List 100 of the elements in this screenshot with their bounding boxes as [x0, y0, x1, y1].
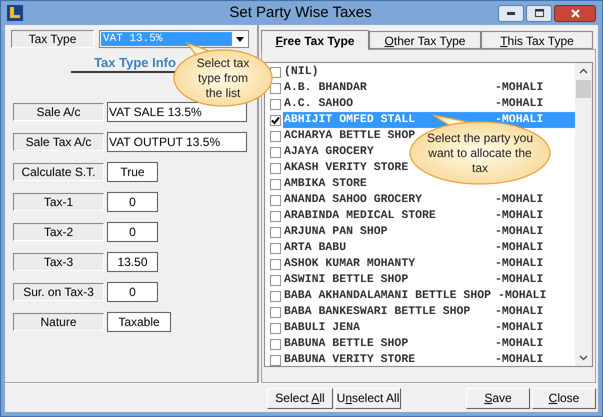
- party-item[interactable]: ARTA BABU -MOHALI: [283, 240, 544, 256]
- party-city: -MOHALI: [495, 256, 544, 272]
- party-item[interactable]: BABUNA VERITY STORE -MOHALI: [283, 352, 544, 368]
- party-city: -MOHALI: [495, 352, 544, 368]
- action-button[interactable]: Unselect All: [335, 388, 401, 408]
- party-item[interactable]: AKASH VERITY STORE: [283, 160, 408, 176]
- close-icon: [570, 8, 580, 18]
- field-label: Tax-3: [13, 253, 104, 271]
- party-name: ANANDA SAHOO GROCERY: [283, 192, 424, 208]
- party-name: BABUNA VERITY STORE: [283, 352, 416, 368]
- party-item[interactable]: A.C. SAHOO -MOHALI: [283, 96, 544, 112]
- field-value: True: [107, 162, 158, 182]
- checkbox[interactable]: [270, 258, 281, 270]
- minimize-button[interactable]: [498, 4, 524, 22]
- checkbox[interactable]: [270, 242, 281, 254]
- party-item[interactable]: (NIL): [283, 64, 319, 80]
- window-title: Set Party Wise Taxes: [229, 4, 372, 21]
- party-city: -MOHALI: [495, 240, 544, 256]
- minimize-icon: [507, 12, 515, 14]
- checkbox[interactable]: [270, 306, 281, 318]
- party-name: BABA BANKESWARI BETTLE SHOP: [283, 304, 472, 320]
- checkbox[interactable]: [270, 114, 281, 126]
- field-label: Tax-1: [13, 193, 104, 211]
- party-item[interactable]: BABA BANKESWARI BETTLE SHOP -MOHALI: [283, 304, 544, 320]
- field-label: Tax Type: [11, 30, 94, 48]
- checkbox[interactable]: [270, 130, 281, 142]
- party-name: A.B. BHANDAR: [283, 80, 368, 96]
- field-label: Nature: [13, 313, 104, 331]
- checkbox[interactable]: [270, 82, 281, 94]
- party-item[interactable]: A.B. BHANDAR -MOHALI: [283, 80, 544, 96]
- checkbox[interactable]: [270, 146, 281, 158]
- field-label: Tax-2: [13, 223, 104, 241]
- party-item[interactable]: ARABINDA MEDICAL STORE -MOHALI: [283, 208, 544, 224]
- checkbox[interactable]: [270, 162, 281, 174]
- checkbox[interactable]: [270, 354, 281, 366]
- action-button[interactable]: Save: [466, 388, 530, 408]
- field-label: Sale A/c: [13, 103, 104, 121]
- checkbox[interactable]: [270, 178, 281, 190]
- party-city: -MOHALI: [495, 272, 544, 288]
- tab[interactable]: Other Tax Type: [369, 31, 481, 49]
- checkbox[interactable]: [270, 226, 281, 238]
- party-city: -MOHALI: [495, 304, 544, 320]
- maximize-icon: [534, 9, 544, 17]
- party-name: ARTA BABU: [283, 240, 348, 256]
- action-button[interactable]: Select All: [267, 388, 333, 408]
- party-item[interactable]: ARJUNA PAN SHOP -MOHALI: [283, 224, 544, 240]
- callout-text: Select the party you want to allocate the tax: [426, 130, 534, 176]
- party-city: -MOHALI: [495, 112, 544, 128]
- checkbox[interactable]: [270, 194, 281, 206]
- party-name: BABULI JENA: [283, 320, 361, 336]
- field-label: Calculate S.T.: [13, 163, 104, 181]
- checkbox[interactable]: [270, 338, 281, 350]
- party-name: ASHOK KUMAR MOHANTY: [283, 256, 416, 272]
- close-button[interactable]: [554, 4, 596, 22]
- party-city: -MOHALI: [498, 288, 546, 304]
- party-name: ARJUNA PAN SHOP: [283, 224, 389, 240]
- field-value: 13.50: [107, 252, 158, 272]
- party-item[interactable]: BABUNA BETTLE SHOP -MOHALI: [283, 336, 544, 352]
- party-name: BABUNA BETTLE SHOP: [283, 336, 410, 352]
- scrollbar[interactable]: [575, 63, 592, 366]
- field-value: 0: [107, 222, 158, 242]
- party-city: -MOHALI: [495, 80, 544, 96]
- party-item[interactable]: ASHOK KUMAR MOHANTY -MOHALI: [283, 256, 544, 272]
- party-item[interactable]: ANANDA SAHOO GROCERY -MOHALI: [283, 192, 544, 208]
- party-name: ABHIJIT OMFED STALL: [283, 112, 416, 128]
- party-city: -MOHALI: [495, 192, 544, 208]
- party-item[interactable]: BABA AKHANDALAMANI BETTLE SHOP -MOHALI: [283, 288, 546, 304]
- checkbox[interactable]: [270, 290, 281, 302]
- party-name: ARABINDA MEDICAL STORE: [283, 208, 437, 224]
- party-item[interactable]: ACHARYA BETTLE SHOP: [283, 128, 416, 144]
- scroll-thumb[interactable]: [576, 80, 591, 98]
- app-logo-icon: [7, 5, 23, 21]
- scroll-up-icon[interactable]: [579, 68, 588, 74]
- party-city: -MOHALI: [495, 208, 544, 224]
- field-label: Sale Tax A/c: [13, 133, 104, 151]
- party-item[interactable]: BABULI JENA -MOHALI: [283, 320, 544, 336]
- checkbox[interactable]: [270, 274, 281, 286]
- field-value: VAT OUTPUT 13.5%: [107, 132, 247, 152]
- party-item[interactable]: ASWINI BETTLE SHOP -MOHALI: [283, 272, 544, 288]
- checkbox[interactable]: [270, 322, 281, 334]
- party-city: -MOHALI: [495, 320, 544, 336]
- field-value: VAT SALE 13.5%: [107, 102, 247, 122]
- party-item[interactable]: AMBIKA STORE: [283, 176, 367, 192]
- party-name: A.C. SAHOO: [283, 96, 354, 112]
- field-value: 0: [107, 192, 158, 212]
- party-name: ASWINI BETTLE SHOP: [283, 272, 410, 288]
- party-city: -MOHALI: [495, 96, 544, 112]
- action-button[interactable]: Close: [532, 388, 596, 408]
- party-city: -MOHALI: [495, 336, 544, 352]
- field-value: 0: [107, 282, 158, 302]
- tab[interactable]: This Tax Type: [481, 31, 593, 49]
- party-item[interactable]: AJAYA GROCERY: [283, 144, 374, 160]
- checkbox[interactable]: [270, 210, 281, 222]
- party-city: -MOHALI: [495, 224, 544, 240]
- maximize-button[interactable]: [526, 4, 552, 22]
- field-label: Sur. on Tax-3: [13, 283, 104, 301]
- tab[interactable]: Free Tax Type: [261, 30, 369, 50]
- party-name: BABA AKHANDALAMANI BETTLE SHOP: [283, 288, 492, 304]
- checkbox[interactable]: [270, 98, 281, 110]
- scroll-down-icon[interactable]: [579, 355, 588, 361]
